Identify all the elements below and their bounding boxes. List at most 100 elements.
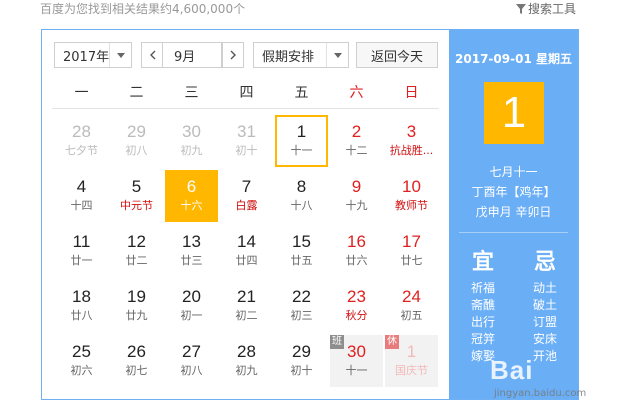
next-month-button[interactable] [222, 42, 244, 68]
lunar-label: 抗战胜... [389, 144, 434, 157]
day-number: 5 [131, 177, 142, 196]
weekday-label: 一 [74, 85, 89, 101]
lunar-label: 初二 [235, 309, 258, 322]
yi-item: 出行 [470, 315, 495, 329]
calendar-day-cell[interactable]: 休 1 国庆节 [385, 335, 438, 387]
ji-item: 破土 [532, 298, 557, 312]
chevron-down-icon [326, 43, 348, 67]
lunar-label: 十一 [345, 364, 368, 377]
day-number: 22 [292, 287, 311, 306]
day-number: 25 [72, 342, 91, 361]
day-number: 12 [127, 232, 146, 251]
day-number: 27 [182, 342, 201, 361]
calendar-day-cell[interactable]: 16 廿六 [330, 225, 383, 277]
weekday-label: 二 [129, 85, 144, 101]
holiday-select[interactable]: 假期安排 [253, 42, 349, 68]
day-number: 30 [182, 122, 201, 141]
weekday-label: 日 [404, 85, 419, 101]
lunar-label: 七夕节 [65, 144, 98, 157]
lunar-label: 廿七 [400, 254, 423, 267]
calendar-day-cell[interactable]: 5 中元节 [110, 170, 163, 222]
lunar-label: 初七 [125, 364, 148, 377]
calendar-day-cell[interactable]: 30 初九 [165, 115, 218, 167]
year-select[interactable]: 2017年 [54, 42, 132, 68]
weekday-label: 四 [239, 85, 254, 101]
yi-item: 祈福 [470, 281, 495, 295]
lunar-label: 廿二 [125, 254, 148, 267]
search-tools-label: 搜索工具 [528, 2, 577, 16]
calendar-day-cell[interactable]: 13 廿三 [165, 225, 218, 277]
calendar-day-cell[interactable]: 4 十四 [55, 170, 108, 222]
day-number: 20 [182, 287, 201, 306]
calendar-day-cell[interactable]: 8 十八 [275, 170, 328, 222]
calendar-day-cell[interactable]: 12 廿二 [110, 225, 163, 277]
calendar-day-cell[interactable]: 26 初七 [110, 335, 163, 387]
calendar-day-cell[interactable]: 25 初六 [55, 335, 108, 387]
calendar-day-cell[interactable]: 9 十九 [330, 170, 383, 222]
calendar-widget: 2017年 9月 假期安排 返回今天 一二三四五六日 28 七夕节 29 初八 … [41, 29, 579, 400]
weekday-label: 三 [184, 85, 199, 101]
lunar-label: 廿九 [125, 309, 148, 322]
calendar-day-cell[interactable]: 21 初二 [220, 280, 273, 332]
calendar-day-cell[interactable]: 27 初八 [165, 335, 218, 387]
day-number: 26 [127, 342, 146, 361]
lunar-label: 十八 [290, 199, 313, 212]
calendar-day-cell[interactable]: 2 十二 [330, 115, 383, 167]
day-detail-panel: 2017-09-01 星期五 1 七月十一 丁酉年【鸡年】 戊申月 辛卯日 宜 … [449, 30, 578, 399]
calendar-day-cell[interactable]: 3 抗战胜... [385, 115, 438, 167]
calendar-day-cell[interactable]: 11 廿一 [55, 225, 108, 277]
month-select[interactable]: 9月 [162, 42, 222, 68]
day-number: 8 [296, 177, 307, 196]
calendar-day-cell[interactable]: 7 白露 [220, 170, 273, 222]
filter-icon [516, 3, 526, 14]
calendar-day-cell[interactable]: 28 初九 [220, 335, 273, 387]
lunar-label: 十九 [345, 199, 368, 212]
watermark-brand-cn: 经验 [584, 363, 623, 385]
lunar-label: 十四 [70, 199, 93, 212]
search-tools-button[interactable]: 搜索工具 [516, 0, 576, 17]
back-to-today-button[interactable]: 返回今天 [356, 42, 438, 68]
calendar-day-cell[interactable]: 23 秋分 [330, 280, 383, 332]
prev-month-button[interactable] [141, 42, 163, 68]
workday-tag: 班 [330, 335, 344, 349]
ji-title: 忌 [533, 250, 556, 275]
ji-item: 动土 [532, 281, 557, 295]
calendar-day-cell[interactable]: 19 廿九 [110, 280, 163, 332]
calendar-day-cell[interactable]: 18 廿八 [55, 280, 108, 332]
calendar-panel: 2017年 9月 假期安排 返回今天 一二三四五六日 28 七夕节 29 初八 … [42, 30, 449, 399]
lunar-label: 十六 [180, 199, 203, 212]
chevron-left-icon [149, 50, 155, 60]
lunar-label: 秋分 [345, 309, 368, 322]
calendar-day-cell[interactable]: 22 初三 [275, 280, 328, 332]
selected-day-number: 1 [484, 82, 544, 144]
calendar-day-cell[interactable]: 28 七夕节 [55, 115, 108, 167]
lunar-label: 国庆节 [395, 364, 428, 377]
day-number: 16 [347, 232, 366, 251]
calendar-day-cell[interactable]: 15 廿五 [275, 225, 328, 277]
lunar-label: 中元节 [120, 199, 153, 212]
calendar-day-cell[interactable]: 1 十一 [275, 115, 328, 167]
header-divider [52, 108, 439, 109]
calendar-day-cell[interactable]: 20 初一 [165, 280, 218, 332]
day-number: 14 [237, 232, 256, 251]
yi-item: 斋醮 [470, 298, 495, 312]
lunar-label: 初九 [235, 364, 258, 377]
selected-date: 2017-09-01 星期五 [455, 52, 572, 66]
calendar-day-cell[interactable]: 14 廿四 [220, 225, 273, 277]
day-number: 19 [127, 287, 146, 306]
day-number: 3 [406, 122, 417, 141]
lunar-label: 初十 [235, 144, 258, 157]
calendar-day-cell[interactable]: 班 30 十一 [330, 335, 383, 387]
day-number: 10 [402, 177, 421, 196]
lunar-label: 十一 [290, 144, 313, 157]
calendar-day-cell[interactable]: 29 初十 [275, 335, 328, 387]
ji-item: 安床 [532, 332, 557, 346]
calendar-day-cell[interactable]: 29 初八 [110, 115, 163, 167]
calendar-day-cell[interactable]: 31 初十 [220, 115, 273, 167]
calendar-day-cell[interactable]: 24 初五 [385, 280, 438, 332]
calendar-day-cell[interactable]: 6 十六 [165, 170, 218, 222]
calendar-day-cell[interactable]: 17 廿七 [385, 225, 438, 277]
chevron-down-icon [109, 43, 131, 67]
day-number: 29 [127, 122, 146, 141]
calendar-day-cell[interactable]: 10 教师节 [385, 170, 438, 222]
